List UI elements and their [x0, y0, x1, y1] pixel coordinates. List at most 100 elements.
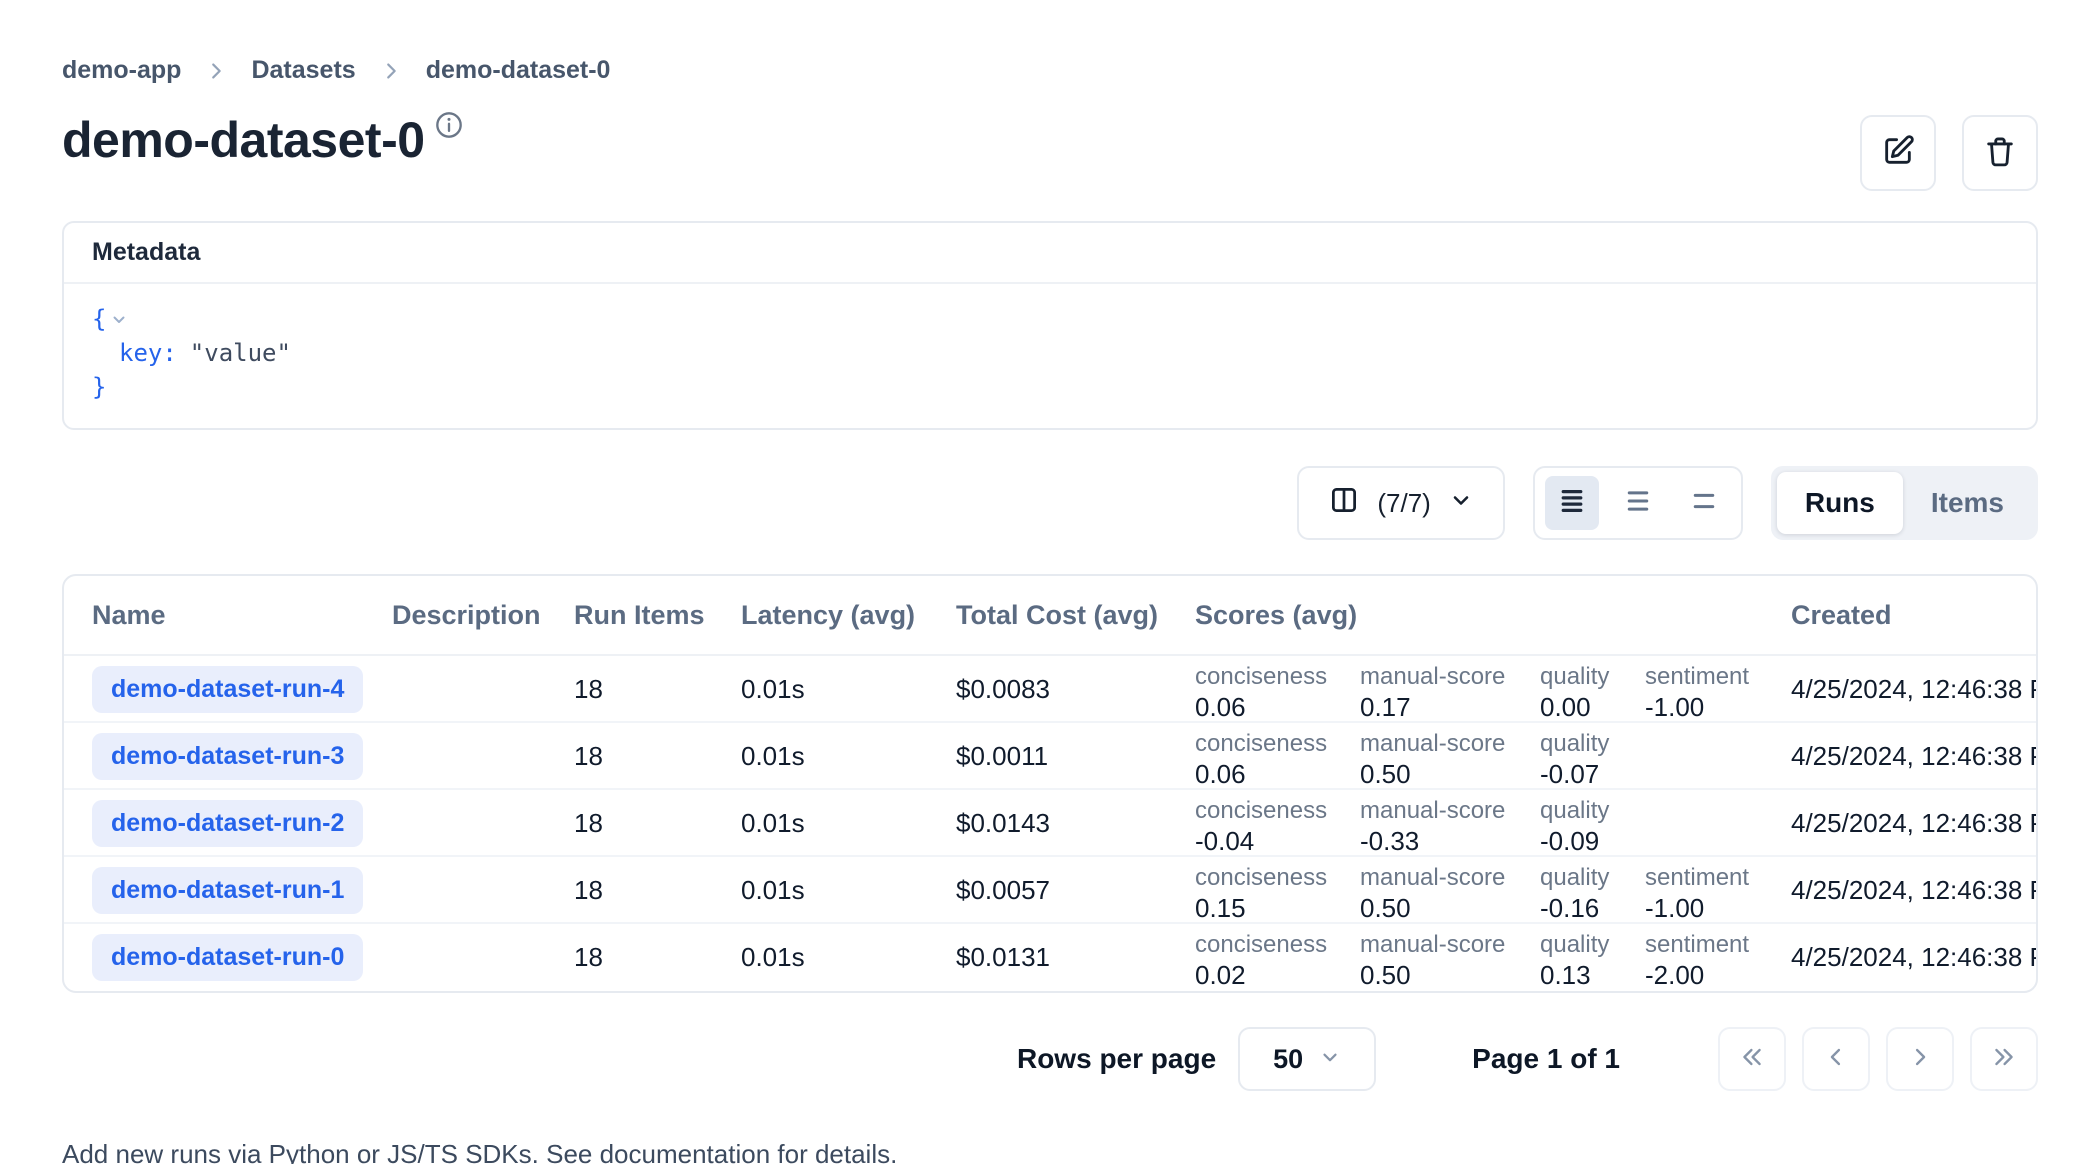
- column-count-label: (7/7): [1377, 488, 1430, 519]
- score-value: 0.13: [1540, 960, 1645, 990]
- score-conciseness: conciseness0.15: [1195, 864, 1360, 923]
- run-items-cell: 18: [574, 942, 741, 973]
- created-cell: 4/25/2024, 12:46:38 PM: [1791, 808, 2038, 839]
- score-value: 0.06: [1195, 692, 1360, 722]
- table-row[interactable]: demo-dataset-run-0 18 0.01s $0.0131 conc…: [64, 924, 2036, 991]
- json-key: key:: [119, 336, 177, 370]
- breadcrumb-item-datasets[interactable]: Datasets: [251, 56, 355, 85]
- json-kv-line: key: "value": [92, 336, 2008, 370]
- runs-table: Name Description Run Items Latency (avg)…: [62, 574, 2038, 993]
- json-open-line: {: [92, 302, 2008, 336]
- json-close-brace: }: [92, 370, 106, 404]
- density-compact-icon: [1557, 486, 1587, 521]
- latency-cell: 0.01s: [741, 674, 956, 705]
- latency-cell: 0.01s: [741, 942, 956, 973]
- scores-cell: conciseness-0.04manual-score-0.33quality…: [1195, 790, 1791, 856]
- scores-cell: conciseness0.06manual-score0.17quality0.…: [1195, 656, 1791, 722]
- score-conciseness: conciseness0.02: [1195, 931, 1360, 991]
- chevron-right-icon: [205, 60, 227, 82]
- last-page-button[interactable]: [1970, 1027, 2038, 1091]
- rows-per-page-select[interactable]: 50: [1238, 1027, 1376, 1091]
- score-conciseness: conciseness0.06: [1195, 663, 1360, 722]
- score-label: manual-score: [1360, 864, 1540, 891]
- delete-button[interactable]: [1962, 115, 2038, 191]
- tab-runs[interactable]: Runs: [1777, 472, 1903, 534]
- scores-cell: conciseness0.02manual-score0.50quality0.…: [1195, 924, 1791, 991]
- documentation-link[interactable]: documentation: [600, 1139, 771, 1164]
- score-label: conciseness: [1195, 931, 1360, 958]
- score-label: manual-score: [1360, 730, 1540, 757]
- run-name-link[interactable]: demo-dataset-run-2: [92, 800, 363, 847]
- score-value: 0.00: [1540, 692, 1645, 722]
- trash-icon: [1983, 134, 2017, 173]
- rows-per-page-value: 50: [1273, 1044, 1303, 1075]
- tab-items[interactable]: Items: [1903, 472, 2032, 534]
- table-row[interactable]: demo-dataset-run-2 18 0.01s $0.0143 conc…: [64, 790, 2036, 857]
- score-sentiment: sentiment-1.00: [1645, 864, 1791, 923]
- score-value: -1.00: [1645, 893, 1791, 923]
- score-label: quality: [1540, 864, 1645, 891]
- first-page-button[interactable]: [1718, 1027, 1786, 1091]
- column-visibility-button[interactable]: (7/7): [1297, 466, 1504, 540]
- density-relaxed-button[interactable]: [1677, 476, 1731, 530]
- chevron-left-icon: [1822, 1043, 1850, 1076]
- chevron-down-icon: [1319, 1044, 1341, 1075]
- score-quality: quality-0.16: [1540, 864, 1645, 923]
- table-row[interactable]: demo-dataset-run-4 18 0.01s $0.0083 conc…: [64, 656, 2036, 723]
- score-label: sentiment: [1645, 931, 1791, 958]
- chevrons-right-icon: [1990, 1043, 2018, 1076]
- score-label: quality: [1540, 730, 1645, 757]
- run-name-cell: demo-dataset-run-4: [92, 666, 392, 713]
- run-name-cell: demo-dataset-run-1: [92, 867, 392, 914]
- info-icon[interactable]: [435, 111, 463, 144]
- score-label: quality: [1540, 663, 1645, 690]
- run-items-cell: 18: [574, 875, 741, 906]
- column-header-total-cost: Total Cost (avg): [956, 600, 1195, 631]
- score-manual-score: manual-score0.50: [1360, 864, 1540, 923]
- chevron-down-icon: [1449, 488, 1473, 519]
- run-items-cell: 18: [574, 674, 741, 705]
- score-label: conciseness: [1195, 864, 1360, 891]
- sdk-hint-text-after: for details.: [770, 1139, 897, 1164]
- previous-page-button[interactable]: [1802, 1027, 1870, 1091]
- latency-cell: 0.01s: [741, 808, 956, 839]
- score-sentiment: sentiment-1.00: [1645, 663, 1791, 722]
- score-manual-score: manual-score0.50: [1360, 931, 1540, 991]
- score-conciseness: conciseness0.06: [1195, 730, 1360, 789]
- score-value: 0.50: [1360, 893, 1540, 923]
- score-value: -0.33: [1360, 826, 1540, 856]
- metadata-json-viewer: { key: "value" }: [64, 284, 2036, 428]
- breadcrumb-item-app[interactable]: demo-app: [62, 56, 181, 85]
- next-page-button[interactable]: [1886, 1027, 1954, 1091]
- score-manual-score: manual-score-0.33: [1360, 797, 1540, 856]
- run-name-cell: demo-dataset-run-0: [92, 934, 392, 981]
- dataset-page: demo-app Datasets demo-dataset-0 demo-da…: [0, 0, 2100, 1164]
- column-header-scores: Scores (avg): [1195, 600, 1791, 631]
- run-name-link[interactable]: demo-dataset-run-1: [92, 867, 363, 914]
- table-row[interactable]: demo-dataset-run-3 18 0.01s $0.0011 conc…: [64, 723, 2036, 790]
- pagination: Rows per page 50 Page 1 of 1: [62, 1027, 2038, 1091]
- density-medium-button[interactable]: [1611, 476, 1665, 530]
- score-label: manual-score: [1360, 663, 1540, 690]
- run-name-link[interactable]: demo-dataset-run-4: [92, 666, 363, 713]
- density-compact-button[interactable]: [1545, 476, 1599, 530]
- view-tab-group: Runs Items: [1771, 466, 2038, 540]
- latency-cell: 0.01s: [741, 875, 956, 906]
- collapse-chevron-icon[interactable]: [110, 310, 128, 328]
- total-cost-cell: $0.0143: [956, 808, 1195, 839]
- breadcrumb-item-dataset[interactable]: demo-dataset-0: [426, 56, 611, 85]
- edit-icon: [1881, 134, 1915, 173]
- table-row[interactable]: demo-dataset-run-1 18 0.01s $0.0057 conc…: [64, 857, 2036, 924]
- run-name-link[interactable]: demo-dataset-run-3: [92, 733, 363, 780]
- score-quality: quality-0.07: [1540, 730, 1645, 789]
- score-sentiment: sentiment-2.00: [1645, 931, 1791, 991]
- created-cell: 4/25/2024, 12:46:38 PM: [1791, 741, 2038, 772]
- run-name-link[interactable]: demo-dataset-run-0: [92, 934, 363, 981]
- total-cost-cell: $0.0131: [956, 942, 1195, 973]
- run-name-cell: demo-dataset-run-2: [92, 800, 392, 847]
- total-cost-cell: $0.0083: [956, 674, 1195, 705]
- edit-button[interactable]: [1860, 115, 1936, 191]
- score-label: manual-score: [1360, 797, 1540, 824]
- column-header-created: Created: [1791, 600, 2038, 631]
- sdk-hint-text-before: Add new runs via Python or JS/TS SDKs. S…: [62, 1139, 600, 1164]
